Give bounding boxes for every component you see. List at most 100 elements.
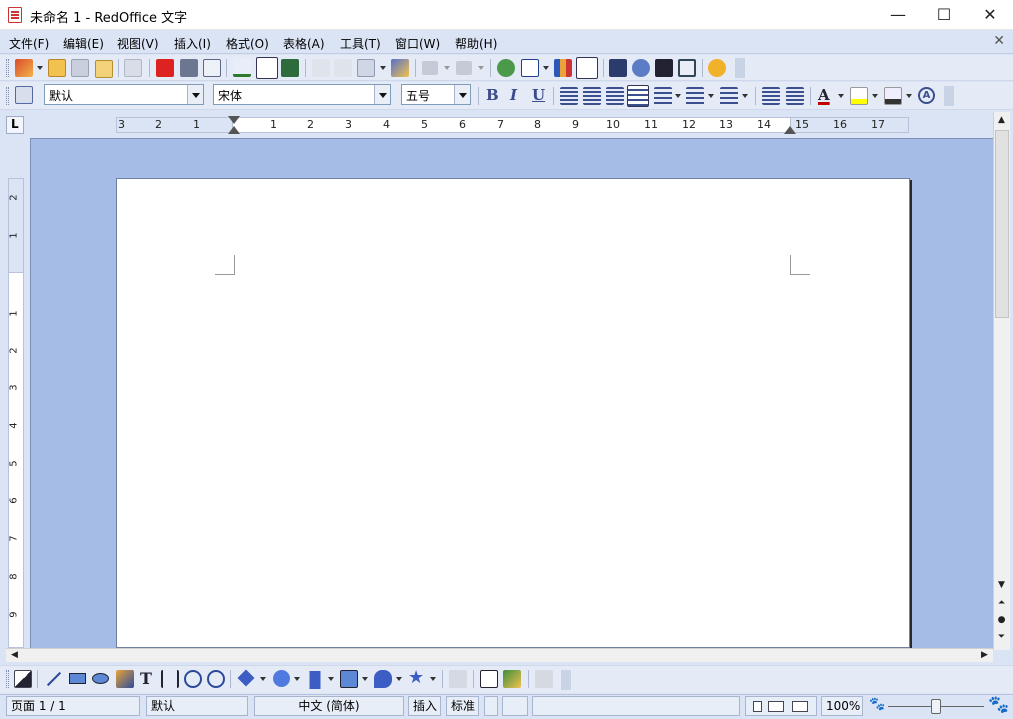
- selection-mode-indicator[interactable]: 标准: [446, 696, 479, 716]
- minimize-button[interactable]: —: [875, 0, 921, 30]
- spellcheck-icon[interactable]: [233, 59, 251, 77]
- rectangle-tool-icon[interactable]: [69, 673, 86, 684]
- bullets-icon[interactable]: [720, 87, 738, 105]
- undo-icon[interactable]: [422, 61, 438, 75]
- chevron-down-icon[interactable]: [478, 66, 484, 70]
- paste-icon[interactable]: [357, 59, 375, 77]
- vertical-scroll-thumb[interactable]: [995, 130, 1009, 318]
- align-left-icon[interactable]: [560, 87, 578, 105]
- chevron-down-icon[interactable]: [294, 677, 300, 681]
- chevron-down-icon[interactable]: [708, 94, 714, 98]
- extrusion-icon[interactable]: [535, 670, 553, 688]
- legend-tool-icon[interactable]: [207, 670, 225, 688]
- scroll-up-arrow-icon[interactable]: ▲: [994, 113, 1009, 128]
- bold-button[interactable]: B: [486, 86, 499, 104]
- chevron-down-icon[interactable]: [906, 94, 912, 98]
- new-document-icon[interactable]: [15, 59, 33, 77]
- scroll-right-arrow-icon[interactable]: ▶: [977, 648, 992, 663]
- copy-icon[interactable]: [334, 59, 352, 77]
- chevron-down-icon[interactable]: [380, 66, 386, 70]
- toolbar-overflow-icon[interactable]: [561, 670, 571, 690]
- page-indicator[interactable]: 页面 1 / 1: [6, 696, 140, 716]
- zoom-in-icon[interactable]: 🐾: [988, 695, 1009, 715]
- zoom-icon[interactable]: [678, 59, 696, 77]
- paragraph-style-select[interactable]: 默认: [44, 84, 204, 105]
- menu-window[interactable]: 窗口(W): [395, 35, 440, 52]
- close-document-button[interactable]: ✕: [993, 33, 1005, 49]
- chevron-down-icon[interactable]: [362, 677, 368, 681]
- nonprinting-characters-icon[interactable]: [655, 59, 673, 77]
- dimension-tool-icon[interactable]: [161, 670, 179, 688]
- redo-icon[interactable]: [456, 61, 472, 75]
- menu-view[interactable]: 视图(V): [117, 35, 159, 52]
- zoom-out-icon[interactable]: 🐾: [869, 697, 885, 712]
- document-page[interactable]: [116, 178, 910, 648]
- menu-file[interactable]: 文件(F): [9, 35, 49, 52]
- chevron-down-icon[interactable]: [872, 94, 878, 98]
- align-center-icon[interactable]: [583, 87, 601, 105]
- italic-button[interactable]: I: [510, 86, 517, 104]
- justify-icon[interactable]: [627, 85, 649, 107]
- chevron-down-icon[interactable]: [187, 85, 203, 104]
- tab-stop-selector[interactable]: [6, 116, 24, 134]
- edit-file-icon[interactable]: [124, 59, 142, 77]
- toolbar-overflow-icon[interactable]: [944, 86, 954, 106]
- chevron-down-icon[interactable]: [742, 94, 748, 98]
- text-tool-icon[interactable]: T: [140, 669, 152, 688]
- insert-image-icon[interactable]: [503, 670, 521, 688]
- toolbar-grip[interactable]: [6, 59, 9, 77]
- export-pdf-icon[interactable]: [156, 59, 174, 77]
- chevron-down-icon[interactable]: [444, 66, 450, 70]
- numbering-icon[interactable]: [686, 87, 704, 105]
- digital-signature-indicator[interactable]: [502, 696, 528, 716]
- menu-help[interactable]: 帮助(H): [455, 35, 497, 52]
- right-indent-marker[interactable]: [784, 126, 796, 134]
- freeform-tool-icon[interactable]: [116, 670, 134, 688]
- points-icon[interactable]: [449, 670, 467, 688]
- select-arrow-icon[interactable]: [14, 670, 32, 688]
- chevron-down-icon[interactable]: [260, 677, 266, 681]
- document-modified-indicator[interactable]: [484, 696, 498, 716]
- toolbar-grip[interactable]: [6, 670, 9, 688]
- chevron-down-icon[interactable]: [454, 85, 470, 104]
- font-size-select[interactable]: 五号: [401, 84, 471, 105]
- navigator-icon[interactable]: [632, 59, 650, 77]
- multi-page-view-icon[interactable]: [768, 701, 784, 712]
- left-indent-marker[interactable]: [228, 126, 240, 134]
- zoom-percentage[interactable]: 100%: [821, 696, 863, 716]
- line-spacing-icon[interactable]: [654, 87, 672, 105]
- menu-insert[interactable]: 插入(I): [174, 35, 211, 52]
- fontwork-icon[interactable]: [480, 670, 498, 688]
- first-line-indent-marker[interactable]: [228, 116, 240, 124]
- chevron-down-icon[interactable]: [328, 677, 334, 681]
- menu-table[interactable]: 表格(A): [283, 35, 325, 52]
- print-icon[interactable]: [180, 59, 198, 77]
- callout-tool-icon[interactable]: [184, 670, 202, 688]
- book-view-icon[interactable]: [792, 701, 808, 712]
- table-icon[interactable]: [521, 59, 539, 77]
- callouts-icon[interactable]: [374, 670, 392, 688]
- clone-formatting-icon[interactable]: [391, 59, 409, 77]
- font-color-button[interactable]: A: [818, 86, 830, 104]
- save-icon[interactable]: [71, 59, 89, 77]
- next-page-icon[interactable]: ⏷: [994, 630, 1009, 645]
- chevron-down-icon[interactable]: [396, 677, 402, 681]
- ellipse-tool-icon[interactable]: [92, 673, 109, 684]
- scroll-left-arrow-icon[interactable]: ◀: [7, 648, 22, 663]
- flowchart-icon[interactable]: [340, 670, 358, 688]
- maximize-button[interactable]: ☐: [921, 0, 967, 30]
- font-name-select[interactable]: 宋体: [213, 84, 391, 105]
- menu-edit[interactable]: 编辑(E): [63, 35, 104, 52]
- character-shading-button[interactable]: A: [918, 87, 935, 104]
- close-button[interactable]: ✕: [967, 0, 1013, 30]
- insert-mode-indicator[interactable]: 插入: [408, 696, 441, 716]
- align-right-icon[interactable]: [606, 87, 624, 105]
- background-color-icon[interactable]: [884, 87, 902, 105]
- auto-spellcheck-icon[interactable]: [256, 57, 278, 79]
- highlight-icon[interactable]: [850, 87, 868, 105]
- help-icon[interactable]: [708, 59, 726, 77]
- email-icon[interactable]: [95, 60, 113, 78]
- scroll-down-arrow-icon[interactable]: ▼: [994, 578, 1009, 593]
- previous-page-icon[interactable]: ⏶: [994, 596, 1009, 611]
- open-folder-icon[interactable]: [48, 59, 66, 77]
